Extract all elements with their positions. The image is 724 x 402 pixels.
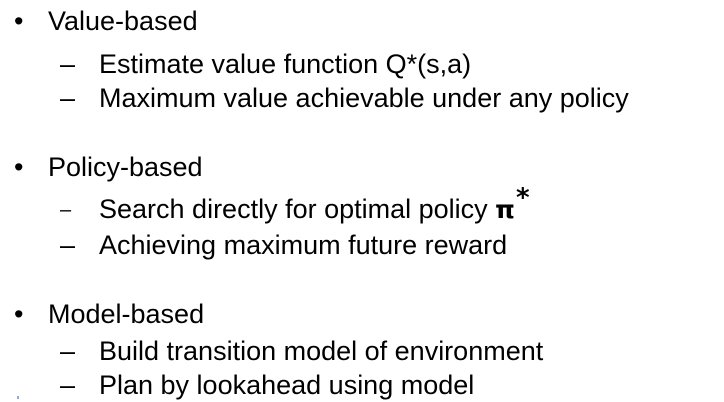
dash-icon: – bbox=[60, 83, 76, 113]
subitem-text-main: Search directly for optimal policy bbox=[99, 194, 496, 224]
dash-icon: – bbox=[60, 230, 76, 260]
subitem-text: Achieving maximum future reward bbox=[99, 230, 508, 260]
section-heading: Model-based bbox=[48, 299, 205, 329]
subitem-text: Estimate value function Q*(s,a) bbox=[99, 49, 472, 79]
bullet-icon: • bbox=[14, 152, 24, 182]
dash-icon: – bbox=[60, 370, 76, 400]
dash-icon: – bbox=[60, 199, 72, 221]
subitem-text: Search directly for optimal policy π* bbox=[99, 185, 530, 224]
section-heading: Value-based bbox=[48, 6, 198, 36]
subitem-text: Plan by lookahead using model bbox=[99, 370, 475, 400]
subitem-text: Maximum value achievable under any polic… bbox=[99, 83, 629, 113]
bullet-icon: • bbox=[14, 299, 24, 329]
bullet-icon: • bbox=[14, 6, 24, 36]
dash-icon: – bbox=[60, 336, 76, 366]
section-heading: Policy-based bbox=[48, 152, 203, 182]
pi-symbol: π bbox=[495, 195, 515, 224]
stray-mark bbox=[17, 396, 19, 399]
superscript-star: * bbox=[515, 183, 530, 213]
subitem-text: Build transition model of environment bbox=[99, 336, 544, 366]
dash-icon: – bbox=[60, 49, 76, 79]
